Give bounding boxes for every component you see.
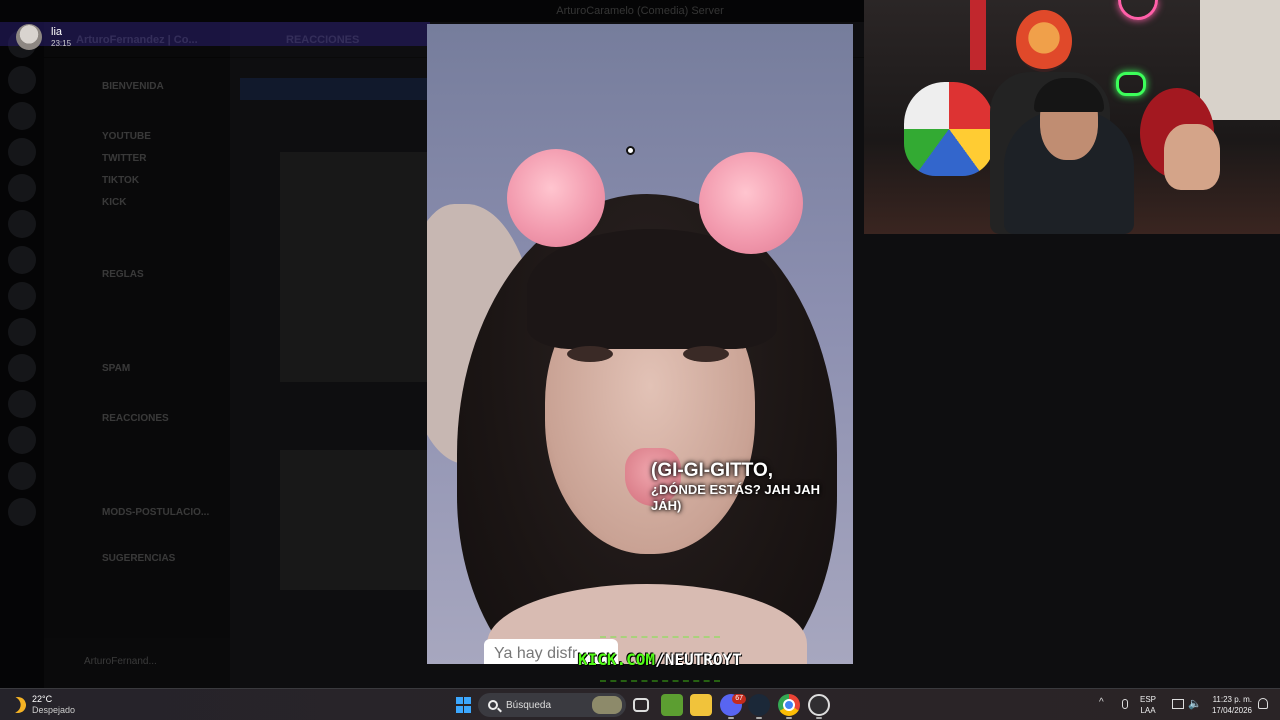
search-icon — [488, 700, 498, 710]
zoom-cursor-icon — [626, 146, 635, 155]
task-view-icon[interactable] — [633, 698, 649, 712]
discord-icon[interactable]: 67 — [720, 694, 746, 716]
notification-name: lia — [51, 26, 63, 38]
search-box[interactable]: Búsqueda — [478, 693, 626, 717]
pink-pompom-left — [507, 149, 605, 247]
running-indicator — [816, 717, 822, 719]
running-indicator — [786, 717, 792, 719]
server-icon[interactable] — [8, 354, 36, 382]
server-icon[interactable] — [8, 210, 36, 238]
left-eye-shape — [567, 346, 613, 362]
server-icon[interactable] — [8, 390, 36, 418]
moon-icon — [8, 695, 29, 716]
beanbag-shape — [904, 82, 994, 176]
server-list — [0, 22, 44, 688]
server-icon[interactable] — [8, 498, 36, 526]
video-thumbnail[interactable] — [280, 450, 430, 590]
server-icon[interactable] — [8, 246, 36, 274]
channel-sidebar: ArturoFernandez | Co... BIENVENIDA YOUTU… — [44, 22, 274, 688]
search-placeholder: Búsqueda — [506, 699, 552, 711]
search-highlight-icon — [592, 696, 622, 714]
taskbar: 22°C Despejado Búsqueda 67 ^ ESP LAA 🔈 1… — [0, 688, 1280, 720]
server-icon[interactable] — [8, 174, 36, 202]
notification-badge: 67 — [732, 694, 746, 704]
chrome-icon[interactable] — [778, 694, 800, 716]
webcam-feed — [864, 0, 1280, 234]
channel-item[interactable]: BIENVENIDA — [44, 76, 230, 98]
server-icon[interactable] — [8, 138, 36, 166]
server-icon[interactable] — [8, 66, 36, 94]
language-indicator[interactable]: ESP LAA — [1140, 694, 1156, 716]
channel-item[interactable]: TWITTER — [44, 148, 230, 170]
notification-time: 23:15 — [51, 39, 72, 48]
weather-temp: 22°C — [32, 694, 53, 704]
obs-icon[interactable] — [808, 694, 830, 716]
chevron-up-icon[interactable]: ^ — [1099, 697, 1104, 708]
channel-item[interactable]: REACCIONES — [44, 408, 230, 430]
channel-item[interactable]: SUGERENCIAS — [44, 548, 230, 570]
channel-item[interactable]: KICK — [44, 192, 230, 214]
weather-condition: Despejado — [32, 705, 76, 715]
neon-sign-icon — [1118, 0, 1158, 20]
clock-date: 17/04/2026 — [1211, 706, 1252, 715]
server-icon[interactable] — [8, 426, 36, 454]
language-bottom: LAA — [1140, 706, 1156, 715]
hand-shape — [1164, 124, 1220, 190]
kick-handle: /NEUTROYT — [655, 650, 742, 669]
channel-item[interactable]: MODS-POSTULACIO... — [44, 502, 230, 524]
clock[interactable]: 11:23 p. m. 17/04/2026 — [1206, 694, 1252, 716]
channel-item[interactable]: REGLAS — [44, 264, 230, 286]
channel-item[interactable]: SPAM — [44, 358, 230, 380]
microphone-icon[interactable] — [1122, 699, 1128, 709]
avatar — [16, 24, 42, 50]
channel-item[interactable]: YOUTUBE — [44, 126, 230, 148]
screen: ArturoCaramelo (Comedia) Server ArturoFe… — [0, 0, 1280, 720]
running-indicator — [756, 717, 762, 719]
video-thumbnail[interactable] — [280, 152, 430, 382]
file-explorer-icon[interactable] — [690, 694, 712, 716]
wall-shape — [1200, 0, 1280, 120]
lion-logo-icon — [1016, 10, 1072, 72]
minecraft-icon[interactable] — [661, 694, 683, 716]
server-icon[interactable] — [8, 462, 36, 490]
kick-overlay: KICK.COM/NEUTROYT — [578, 650, 742, 669]
volume-icon[interactable]: 🔈 — [1188, 697, 1202, 710]
server-icon[interactable] — [8, 282, 36, 310]
clock-time: 11:23 p. m. — [1212, 695, 1252, 704]
weather-widget[interactable]: 22°C Despejado — [10, 689, 75, 720]
network-icon[interactable] — [1172, 699, 1184, 709]
language-top: ESP — [1140, 695, 1157, 704]
steam-icon[interactable] — [748, 694, 770, 716]
flag-shape — [970, 0, 986, 70]
pink-pompom-right — [699, 152, 803, 254]
subtitle-line: JÁH) — [651, 498, 682, 513]
subtitle-line: ¿DÓNDE ESTÁS? JAH JAH — [651, 482, 821, 497]
chat-banner — [240, 78, 430, 100]
gamepad-neon-icon — [1116, 72, 1146, 96]
subtitle-line: (GI-GI-GITTO, — [651, 460, 774, 481]
windows-start-icon[interactable] — [452, 694, 474, 716]
channel-item[interactable]: TIKTOK — [44, 170, 230, 192]
bell-icon[interactable] — [1258, 698, 1268, 709]
kick-label: KICK.COM — [578, 650, 656, 669]
server-icon[interactable] — [8, 318, 36, 346]
server-icon[interactable] — [8, 102, 36, 130]
running-indicator — [728, 717, 734, 719]
subtitle: (GI-GI-GITTO, ¿DÓNDE ESTÁS? JAH JAH JÁH) — [651, 460, 853, 514]
right-eye-shape — [683, 346, 729, 362]
video-frame[interactable]: (GI-GI-GITTO, ¿DÓNDE ESTÁS? JAH JAH JÁH)… — [427, 24, 853, 664]
